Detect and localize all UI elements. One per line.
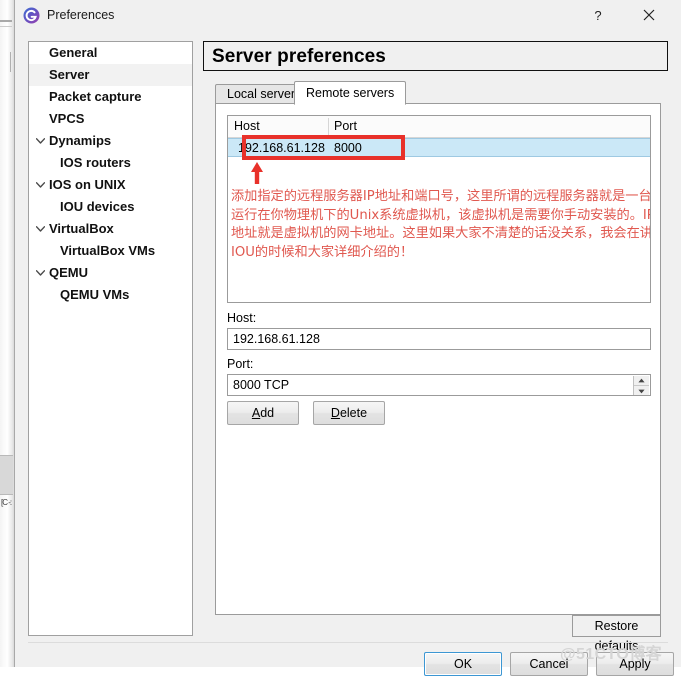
title-bar[interactable]: Preferences ? bbox=[15, 0, 681, 32]
remote-servers-table[interactable]: Host Port 192.168.61.128 8000 添加指定的远程服务器… bbox=[227, 115, 651, 303]
page-title: Server preferences bbox=[212, 46, 386, 67]
sidebar-item-ios-on-unix[interactable]: IOS on UNIX bbox=[29, 174, 192, 196]
spinner-down-icon[interactable] bbox=[634, 386, 649, 395]
chevron-down-icon[interactable] bbox=[35, 262, 46, 284]
cancel-button[interactable]: Cancel bbox=[510, 652, 588, 676]
column-header-host[interactable]: Host bbox=[234, 116, 260, 137]
ok-button[interactable]: OK bbox=[424, 652, 502, 676]
sidebar-item-vpcs[interactable]: VPCS bbox=[29, 108, 192, 130]
sidebar-item-qemu[interactable]: QEMU bbox=[29, 262, 192, 284]
sidebar-item-server[interactable]: Server bbox=[29, 64, 192, 86]
table-header: Host Port bbox=[228, 116, 650, 138]
sidebar-item-label: Dynamips bbox=[49, 133, 112, 148]
port-input[interactable]: 8000 TCP bbox=[227, 374, 651, 396]
port-label: Port: bbox=[227, 357, 254, 371]
tab-strip[interactable]: Local server Remote servers bbox=[215, 81, 661, 105]
sidebar-item-label: QEMU bbox=[49, 265, 88, 280]
sidebar-item-label: IOU devices bbox=[60, 199, 135, 214]
preferences-category-tree[interactable]: General Server Packet capture VPCS Dynamips I… bbox=[28, 41, 193, 636]
page-title-container: Server preferences bbox=[203, 41, 668, 71]
preferences-dialog: Preferences ? General Server Packet captur… bbox=[14, 0, 681, 676]
window-title: Preferences bbox=[47, 8, 115, 22]
gns3-logo-icon bbox=[23, 7, 40, 24]
sidebar-item-virtualbox-vms[interactable]: VirtualBox VMs bbox=[29, 240, 192, 262]
sidebar-item-label: Packet capture bbox=[49, 89, 142, 104]
background-window-titlebar bbox=[0, 20, 12, 22]
apply-button[interactable]: Apply bbox=[596, 652, 674, 676]
main-panel: Server preferences Local server Remote s… bbox=[203, 41, 668, 653]
tab-remote-servers[interactable]: Remote servers bbox=[294, 81, 407, 105]
sidebar-item-label: QEMU VMs bbox=[60, 287, 130, 302]
annotation-up-arrow-icon bbox=[249, 161, 265, 185]
sidebar-item-label: General bbox=[49, 45, 98, 60]
cell-host: 192.168.61.128 bbox=[238, 141, 325, 155]
cell-port: 8000 bbox=[334, 141, 362, 155]
restore-defaults-button[interactable]: Restore defaults bbox=[572, 615, 661, 653]
column-divider[interactable] bbox=[328, 118, 329, 135]
port-input-value: 8000 TCP bbox=[233, 378, 290, 392]
delete-button-accel: D bbox=[330, 406, 340, 420]
close-icon[interactable] bbox=[626, 0, 672, 30]
host-label: Host: bbox=[227, 311, 257, 325]
delete-button[interactable]: Delete bbox=[313, 401, 385, 425]
chevron-down-icon[interactable] bbox=[35, 130, 46, 152]
sidebar-item-label: VirtualBox VMs bbox=[60, 243, 156, 258]
sidebar-item-label: VPCS bbox=[49, 111, 85, 126]
help-button[interactable]: ? bbox=[575, 0, 621, 30]
sidebar-item-label: Server bbox=[49, 67, 90, 82]
sidebar-item-dynamips[interactable]: Dynamips bbox=[29, 130, 192, 152]
delete-button-label: elete bbox=[339, 406, 368, 420]
sidebar-item-qemu-vms[interactable]: QEMU VMs bbox=[29, 284, 192, 306]
column-header-port[interactable]: Port bbox=[334, 116, 357, 137]
sidebar-item-label: IOS on UNIX bbox=[49, 177, 126, 192]
remote-servers-panel: Host Port 192.168.61.128 8000 添加指定的远程服务器… bbox=[215, 103, 661, 615]
background-window-text: [C -: bbox=[1, 498, 12, 507]
sidebar-item-packet-capture[interactable]: Packet capture bbox=[29, 86, 192, 108]
footer-divider bbox=[28, 642, 668, 643]
spinner-up-icon[interactable] bbox=[634, 376, 649, 386]
sidebar-item-label: VirtualBox bbox=[49, 221, 114, 236]
port-spinner[interactable] bbox=[633, 376, 649, 395]
background-window-tab bbox=[0, 52, 11, 72]
host-input[interactable]: 192.168.61.128 bbox=[227, 328, 651, 350]
background-window-scrollbar-thumb[interactable] bbox=[0, 455, 13, 495]
chevron-down-icon[interactable] bbox=[35, 174, 46, 196]
annotation-note-text: 添加指定的远程服务器IP地址和端口号，这里所谓的远程服务器就是一台运行在你物理机… bbox=[231, 189, 651, 260]
sidebar-item-virtualbox[interactable]: VirtualBox bbox=[29, 218, 192, 240]
chevron-down-icon[interactable] bbox=[35, 218, 46, 240]
sidebar-item-general[interactable]: General bbox=[29, 42, 192, 64]
dialog-content: General Server Packet capture VPCS Dynamips I… bbox=[15, 31, 681, 676]
background-window-divider bbox=[0, 26, 12, 27]
add-button-label: dd bbox=[260, 406, 275, 420]
add-button-accel: A bbox=[251, 406, 261, 420]
add-button[interactable]: Add bbox=[227, 401, 299, 425]
sidebar-item-label: IOS routers bbox=[60, 155, 131, 170]
sidebar-item-iou-devices[interactable]: IOU devices bbox=[29, 196, 192, 218]
table-row[interactable]: 192.168.61.128 8000 bbox=[228, 138, 650, 157]
sidebar-item-ios-routers[interactable]: IOS routers bbox=[29, 152, 192, 174]
